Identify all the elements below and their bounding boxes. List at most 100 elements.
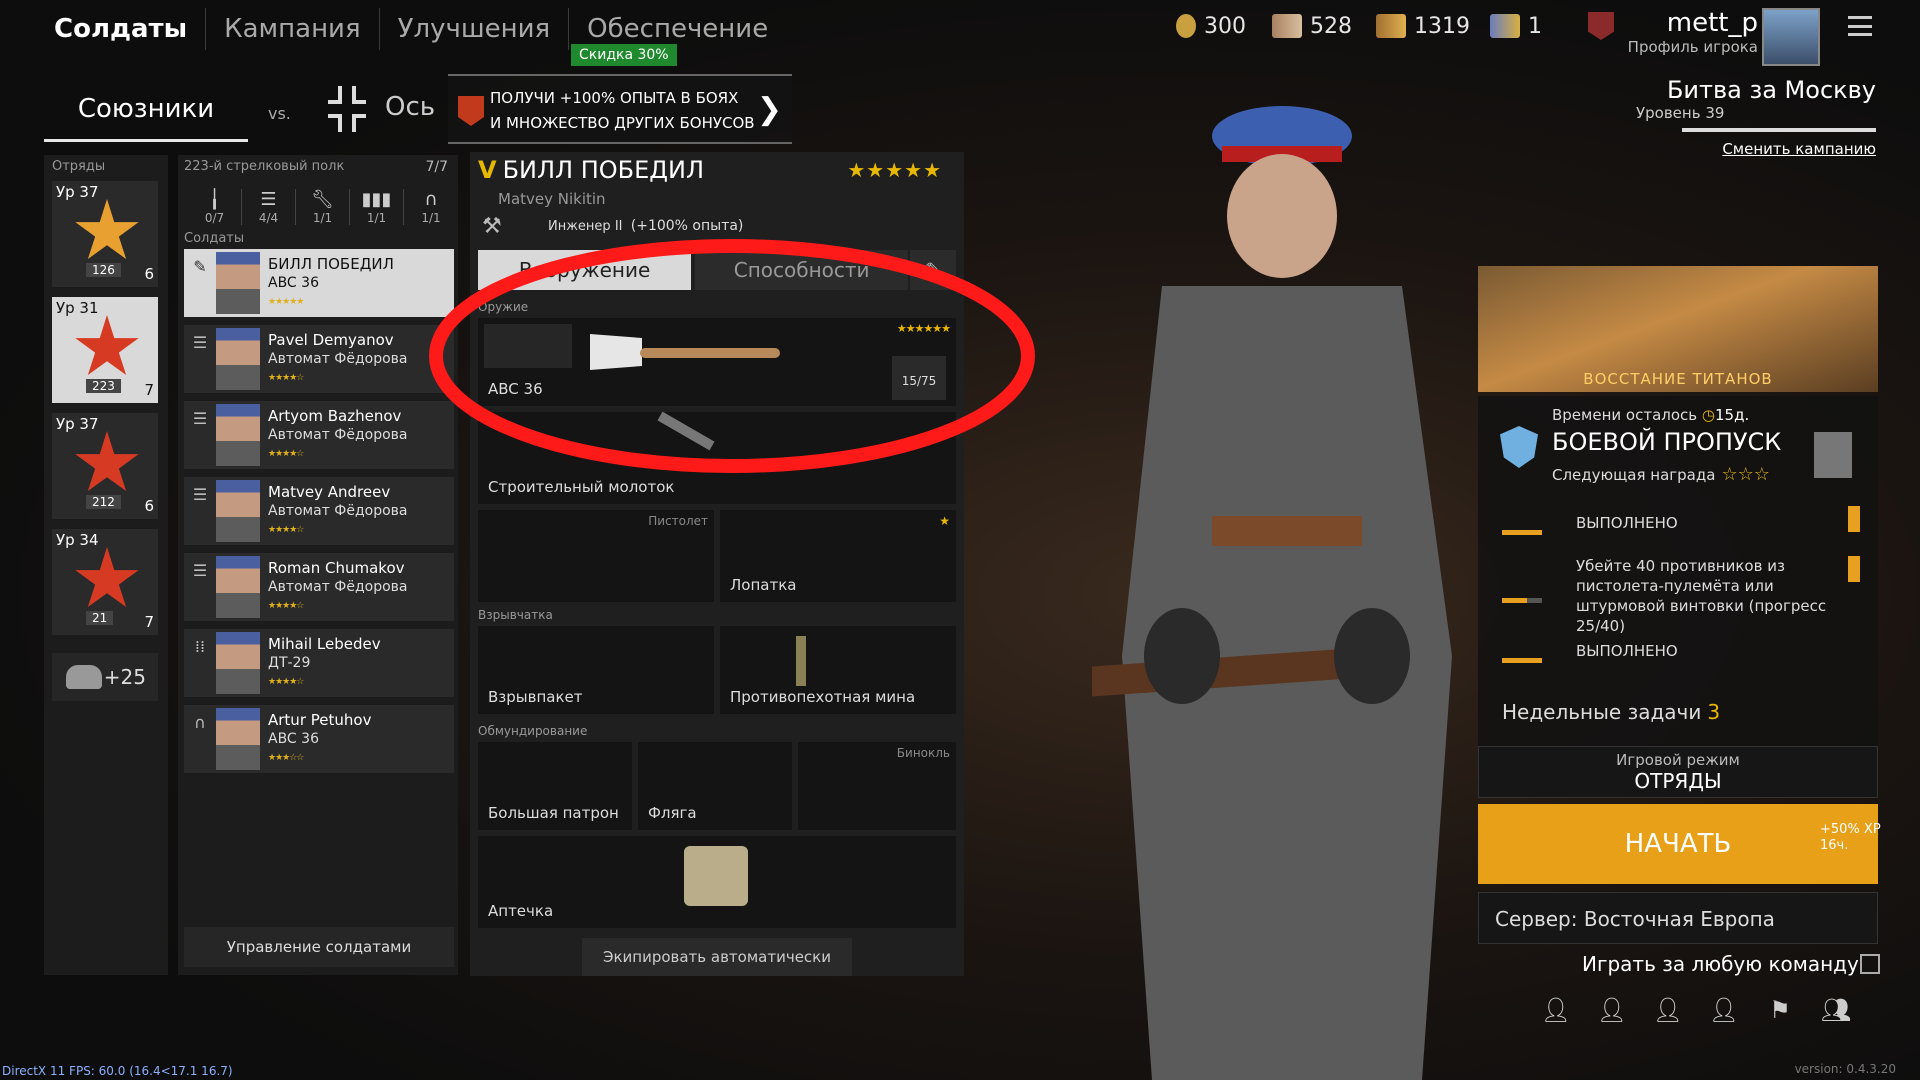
soldier-title: V БИЛЛ ПОБЕДИЛ (478, 156, 704, 184)
start-button[interactable]: НАЧАТЬ (1478, 804, 1878, 884)
allies-tab[interactable]: Союзники (44, 86, 248, 142)
invite-friend-icon[interactable]: 👤︎ (1540, 996, 1572, 1024)
soldier-row[interactable]: ☰ Artyom Bazhenov Автомат Фёдорова ★★★★☆ (184, 401, 454, 469)
bookmark-icon[interactable] (1848, 556, 1860, 582)
tab-upgrades[interactable]: Улучшения (380, 8, 570, 50)
soldier-title-name: БИЛЛ ПОБЕДИЛ (502, 156, 705, 184)
soldier-stars: ★★★★★ (268, 297, 304, 307)
group-icon: ▮▮▮ (361, 189, 392, 210)
melee-slot[interactable]: ★ Лопатка (720, 510, 956, 602)
invite-friend-icon[interactable]: 👤︎ (1708, 996, 1740, 1024)
soldier-stars: ★★★★☆ (268, 449, 304, 459)
soldier-row[interactable]: ☰ Pavel Demyanov Автомат Фёдорова ★★★★☆ (184, 325, 454, 393)
tab-soldiers[interactable]: Солдаты (52, 8, 207, 50)
soldier-name: Artur Petuhov (268, 711, 372, 729)
silver-tickets-icon (1272, 14, 1302, 38)
task-progress-bar (1502, 598, 1542, 603)
squad-card[interactable]: Ур 31 223 7 (52, 297, 158, 403)
squad-count: 6 (144, 265, 154, 283)
tab-campaign[interactable]: Кампания (206, 8, 380, 50)
soldier-portrait (216, 404, 260, 466)
invite-friend-icon[interactable]: 👤︎ (1652, 996, 1684, 1024)
game-mode-selector[interactable]: Игровой режим ОТРЯДЫ (1478, 746, 1878, 798)
soldier-name: Artyom Bazhenov (268, 407, 402, 425)
user-block[interactable]: mett_p Профиль игрока (1628, 8, 1758, 56)
flag-icon[interactable]: ⚑ (1764, 996, 1796, 1024)
avatar[interactable] (1762, 8, 1820, 66)
reward-icon[interactable] (1814, 432, 1852, 478)
squad-card[interactable]: Ур 37 212 6 (52, 413, 158, 519)
premium-promo-banner[interactable]: ПОЛУЧИ +100% ОПЫТА В БОЯХ И МНОЖЕСТВО ДР… (448, 74, 792, 144)
role-count: 4/4 (258, 211, 279, 225)
soldier-row[interactable]: ☰ Matvey Andreev Автомат Фёдорова ★★★★☆ (184, 477, 454, 545)
role-counter[interactable]: ╽ 0/7 (188, 189, 242, 225)
server-selector[interactable]: Сервер: Восточная Европа (1478, 892, 1878, 944)
soldier-row[interactable]: ☰ Roman Chumakov Автомат Фёдорова ★★★★☆ (184, 553, 454, 621)
explosive-2-name: Противопехотная мина (730, 688, 916, 706)
role-counter[interactable]: 🔧︎ 1/1 (296, 189, 350, 225)
bookmark-icon[interactable] (1848, 506, 1860, 532)
role-counter[interactable]: ☰ 4/4 (242, 189, 296, 225)
wrench-icon: 🔧︎ (311, 189, 334, 210)
list-icon: ☰ (192, 561, 208, 580)
change-campaign-link[interactable]: Сменить кампанию (1722, 140, 1876, 158)
soldier-row[interactable]: ✎ БИЛЛ ПОБЕДИЛ ABC 36 ★★★★★ (184, 249, 454, 317)
profile-link[interactable]: Профиль игрока (1628, 38, 1758, 56)
any-team-label: Играть за любую команду (1582, 952, 1859, 976)
soldier-name: Pavel Demyanov (268, 331, 394, 349)
explosive-slot-2[interactable]: Противопехотная мина (720, 626, 956, 714)
bayonet-icon: ╽ (209, 189, 220, 210)
task-text: ВЫПОЛНЕНО (1576, 514, 1678, 532)
pistol-slot[interactable]: Пистолет (478, 510, 714, 602)
role-count: 1/1 (421, 211, 441, 225)
menu-icon[interactable] (1848, 16, 1872, 36)
regiment-count: 7/7 (425, 159, 448, 175)
event-banner[interactable]: ВОССТАНИЕ ТИТАНОВ (1478, 266, 1878, 392)
axis-icon[interactable] (326, 84, 368, 134)
soldier-subname: Matvey Nikitin (498, 190, 606, 208)
squad-card[interactable]: Ур 34 21 7 (52, 529, 158, 635)
squad-badge: 223 (86, 379, 121, 393)
medkit-slot[interactable]: Аптечка (478, 836, 956, 928)
any-team-checkbox[interactable] (1860, 954, 1880, 974)
rank-bonus: (+100% опыта) (630, 218, 744, 234)
soldier-portrait (216, 556, 260, 618)
premium-tickets-counter[interactable]: 1 (1490, 10, 1542, 42)
gear-1-name: Большая патрон (488, 804, 619, 822)
group-icon (66, 665, 102, 689)
promo-line-1: ПОЛУЧИ +100% ОПЫТА В БОЯХ (490, 89, 739, 107)
more-squads-button[interactable]: +25 (52, 653, 158, 701)
time-value: 15д. (1715, 406, 1750, 424)
gear-slot-2[interactable]: Фляга (638, 742, 792, 830)
category-explosives: Взрывчатка (478, 608, 553, 622)
gold-tickets-counter[interactable]: 1319 (1376, 10, 1470, 42)
explosive-1-name: Взрывпакет (488, 688, 583, 706)
auto-equip-button[interactable]: Экипировать автоматически (582, 938, 852, 976)
role-count: 1/1 (312, 211, 333, 225)
binoculars-slot[interactable]: Бинокль (798, 742, 956, 830)
manage-soldiers-button[interactable]: Управление солдатами (184, 927, 454, 967)
soldier-portrait (216, 632, 260, 694)
role-counter[interactable]: ▮▮▮ 1/1 (350, 189, 404, 225)
group-icon[interactable]: 👥︎ (1820, 996, 1852, 1024)
mine-icon (796, 636, 806, 686)
campaign-level: Уровень 39 (1636, 104, 1725, 122)
axis-tab[interactable]: Ось (385, 92, 435, 122)
role-counter[interactable]: ∩ 1/1 (404, 189, 458, 225)
weekly-tasks[interactable]: Недельные задачи 3 (1502, 700, 1720, 724)
coin-counter[interactable]: 300 (1176, 10, 1246, 42)
soldier-weapon: Автомат Фёдорова (268, 427, 408, 443)
gear-slot-1[interactable]: Большая патрон (478, 742, 632, 830)
invite-friend-icon[interactable]: 👤︎ (1596, 996, 1628, 1024)
promo-line-2: И МНОЖЕСТВО ДРУГИХ БОНУСОВ (490, 114, 755, 132)
silver-tickets-counter[interactable]: 528 (1272, 10, 1352, 42)
battlepass-title[interactable]: БОЕВОЙ ПРОПУСК (1552, 428, 1781, 456)
explosive-slot-1[interactable]: Взрывпакет (478, 626, 714, 714)
soldier-row[interactable]: ⁞⁞ Mihail Lebedev ДТ-29 ★★★★☆ (184, 629, 454, 697)
squad-card[interactable]: Ур 37 126 6 (52, 181, 158, 287)
list-icon: ☰ (192, 485, 208, 504)
soldier-row[interactable]: ∩ Artur Petuhov ABC 36 ★★★☆☆ (184, 705, 454, 773)
soldier-rank: Инженер II (+100% опыта) (548, 218, 743, 234)
event-title: ВОССТАНИЕ ТИТАНОВ (1583, 370, 1773, 388)
task-text: ВЫПОЛНЕНО (1576, 642, 1678, 660)
